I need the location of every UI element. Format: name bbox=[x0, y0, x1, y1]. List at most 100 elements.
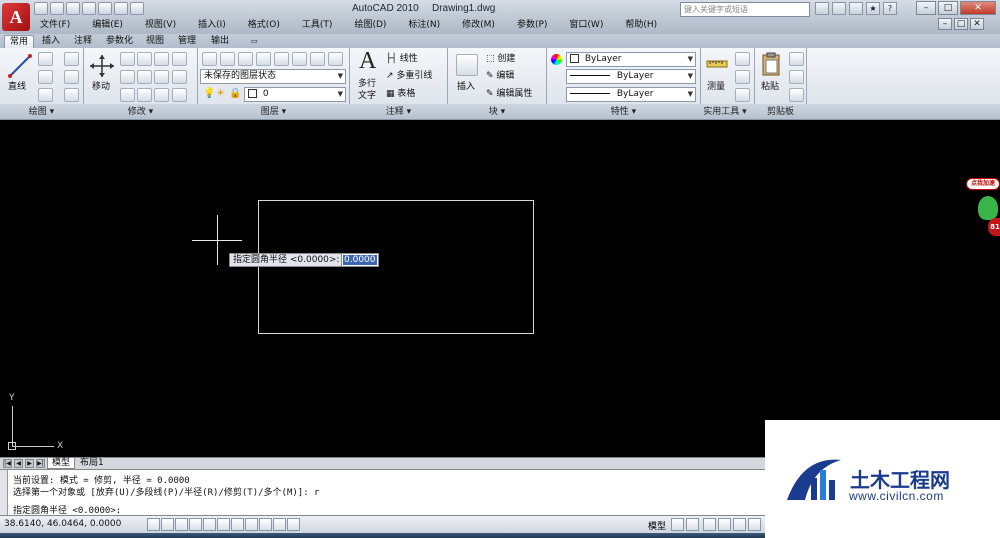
menu-parametric[interactable]: 参数(P) bbox=[505, 18, 557, 32]
command-window-grip[interactable] bbox=[0, 470, 8, 516]
first-layout-icon[interactable]: |◀ bbox=[3, 459, 12, 468]
line-tool-icon[interactable] bbox=[6, 52, 34, 80]
multiline-text-icon[interactable]: A bbox=[359, 48, 376, 75]
match-properties-icon[interactable] bbox=[789, 88, 804, 102]
tab-layout1[interactable]: 布局1 bbox=[76, 458, 108, 469]
doc-close-button[interactable]: ✕ bbox=[970, 18, 984, 30]
polyline-icon[interactable] bbox=[38, 52, 53, 66]
zoom-icon[interactable] bbox=[718, 518, 731, 531]
text-label[interactable]: 文字 bbox=[358, 88, 376, 101]
layer-match-icon[interactable] bbox=[238, 52, 253, 66]
array-icon[interactable] bbox=[137, 88, 152, 102]
copy-clip-icon[interactable] bbox=[789, 70, 804, 84]
menu-window[interactable]: 窗口(W) bbox=[557, 18, 613, 32]
dynamic-input-icon[interactable] bbox=[259, 518, 272, 531]
chamfer-icon[interactable] bbox=[154, 88, 169, 102]
dynamic-ucs-icon[interactable] bbox=[245, 518, 258, 531]
copy-icon[interactable] bbox=[120, 52, 135, 66]
explode-icon[interactable] bbox=[172, 52, 187, 66]
layer-isolate-icon[interactable] bbox=[220, 52, 235, 66]
menu-edit[interactable]: 编辑(E) bbox=[80, 18, 133, 32]
tab-parametric[interactable]: 参数化 bbox=[101, 35, 138, 48]
rotate-icon[interactable] bbox=[137, 52, 152, 66]
measure-icon[interactable] bbox=[706, 56, 728, 72]
star-icon[interactable]: ★ bbox=[866, 2, 880, 15]
doc-minimize-button[interactable]: – bbox=[938, 18, 952, 30]
circle-icon[interactable] bbox=[38, 70, 53, 84]
prev-layout-icon[interactable]: ◀ bbox=[14, 459, 23, 468]
layer-state-dropdown[interactable]: 未保存的图层状态 ▼ bbox=[200, 69, 346, 84]
ellipse-icon[interactable] bbox=[38, 88, 53, 102]
arc-icon[interactable] bbox=[64, 52, 79, 66]
save-icon[interactable] bbox=[66, 2, 80, 15]
erase-icon[interactable] bbox=[120, 88, 135, 102]
quick-select-icon[interactable] bbox=[735, 52, 750, 66]
menu-file[interactable]: 文件(F) bbox=[28, 18, 80, 32]
layer-off-icon[interactable] bbox=[292, 52, 307, 66]
coordinate-readout[interactable]: 38.6140, 46.0464, 0.0000 bbox=[4, 519, 121, 529]
last-layout-icon[interactable]: ▶| bbox=[36, 459, 45, 468]
tab-model[interactable]: 模型 bbox=[47, 458, 76, 469]
pan-icon[interactable] bbox=[703, 518, 716, 531]
tab-output[interactable]: 输出 bbox=[206, 35, 234, 48]
linear-dimension-button[interactable]: ├┤ 线性 bbox=[386, 52, 418, 66]
insert-block-icon[interactable] bbox=[456, 54, 478, 76]
dynamic-input-field[interactable]: 0.0000 bbox=[341, 253, 379, 267]
quick-view-layouts-icon[interactable] bbox=[671, 518, 684, 531]
edit-attributes-button[interactable]: ✎ 编辑属性 bbox=[486, 87, 532, 101]
snap-mode-icon[interactable] bbox=[147, 518, 160, 531]
mirror-icon[interactable] bbox=[120, 70, 135, 84]
menu-format[interactable]: 格式(O) bbox=[236, 18, 290, 32]
tab-manage[interactable]: 管理 bbox=[173, 35, 201, 48]
create-block-button[interactable]: ⬚ 创建 bbox=[486, 52, 515, 66]
quick-properties-icon[interactable] bbox=[287, 518, 300, 531]
doc-restore-button[interactable]: □ bbox=[954, 18, 968, 30]
paste-icon[interactable] bbox=[761, 52, 781, 76]
tab-home[interactable]: 常用 bbox=[4, 35, 35, 48]
key-icon[interactable] bbox=[832, 2, 846, 15]
table-button[interactable]: ▦ 表格 bbox=[386, 87, 415, 101]
quick-view-drawings-icon[interactable] bbox=[686, 518, 699, 531]
panel-title-annotation[interactable]: 注释 ▾ bbox=[350, 104, 447, 120]
menu-help[interactable]: 帮助(H) bbox=[613, 18, 667, 32]
offset-icon[interactable] bbox=[172, 70, 187, 84]
menu-insert[interactable]: 插入(I) bbox=[186, 18, 236, 32]
menu-draw[interactable]: 绘图(D) bbox=[342, 18, 396, 32]
object-snap-icon[interactable] bbox=[203, 518, 216, 531]
next-layout-icon[interactable]: ▶ bbox=[25, 459, 34, 468]
polar-tracking-icon[interactable] bbox=[189, 518, 202, 531]
edit-block-button[interactable]: ✎ 编辑 bbox=[486, 69, 514, 83]
menu-modify[interactable]: 修改(M) bbox=[450, 18, 505, 32]
scale-icon[interactable] bbox=[137, 70, 152, 84]
menu-dimension[interactable]: 标注(N) bbox=[396, 18, 450, 32]
layer-dropdown[interactable]: 0 ▼ bbox=[244, 87, 346, 102]
wrench-icon[interactable] bbox=[849, 2, 863, 15]
plot-icon[interactable] bbox=[114, 2, 128, 15]
panel-title-properties[interactable]: 特性 ▾ bbox=[547, 104, 700, 120]
minimize-button[interactable]: – bbox=[916, 1, 936, 15]
drawn-rectangle[interactable] bbox=[258, 200, 534, 334]
menu-view[interactable]: 视图(V) bbox=[133, 18, 186, 32]
binoculars-icon[interactable] bbox=[815, 2, 829, 15]
color-dropdown[interactable]: ByLayer ▼ bbox=[566, 52, 696, 67]
3d-osnap-icon[interactable] bbox=[217, 518, 230, 531]
tab-annotate[interactable]: 注释 bbox=[69, 35, 97, 48]
command-window[interactable]: 当前设置: 模式 = 修剪, 半径 = 0.0000 选择第一个对象或 [放弃(… bbox=[0, 469, 765, 516]
new-file-icon[interactable] bbox=[34, 2, 48, 15]
undo-icon[interactable] bbox=[82, 2, 96, 15]
autocad-logo-button[interactable]: A bbox=[2, 3, 30, 31]
fillet-icon[interactable] bbox=[172, 88, 187, 102]
close-button[interactable]: ✕ bbox=[960, 1, 996, 15]
panel-title-modify[interactable]: 修改 ▾ bbox=[84, 104, 197, 120]
ortho-mode-icon[interactable] bbox=[175, 518, 188, 531]
menu-tools[interactable]: 工具(T) bbox=[290, 18, 343, 32]
multileader-button[interactable]: ↗ 多重引线 bbox=[386, 69, 432, 83]
model-space-label[interactable]: 模型 bbox=[648, 519, 666, 532]
speedup-badge[interactable]: 点我加速 81 bbox=[966, 178, 1000, 238]
move-tool-icon[interactable] bbox=[89, 54, 115, 78]
stretch-icon[interactable] bbox=[154, 70, 169, 84]
layer-freeze-icon[interactable] bbox=[274, 52, 289, 66]
grid-display-icon[interactable] bbox=[161, 518, 174, 531]
cut-icon[interactable] bbox=[789, 52, 804, 66]
showmotion-icon[interactable] bbox=[748, 518, 761, 531]
